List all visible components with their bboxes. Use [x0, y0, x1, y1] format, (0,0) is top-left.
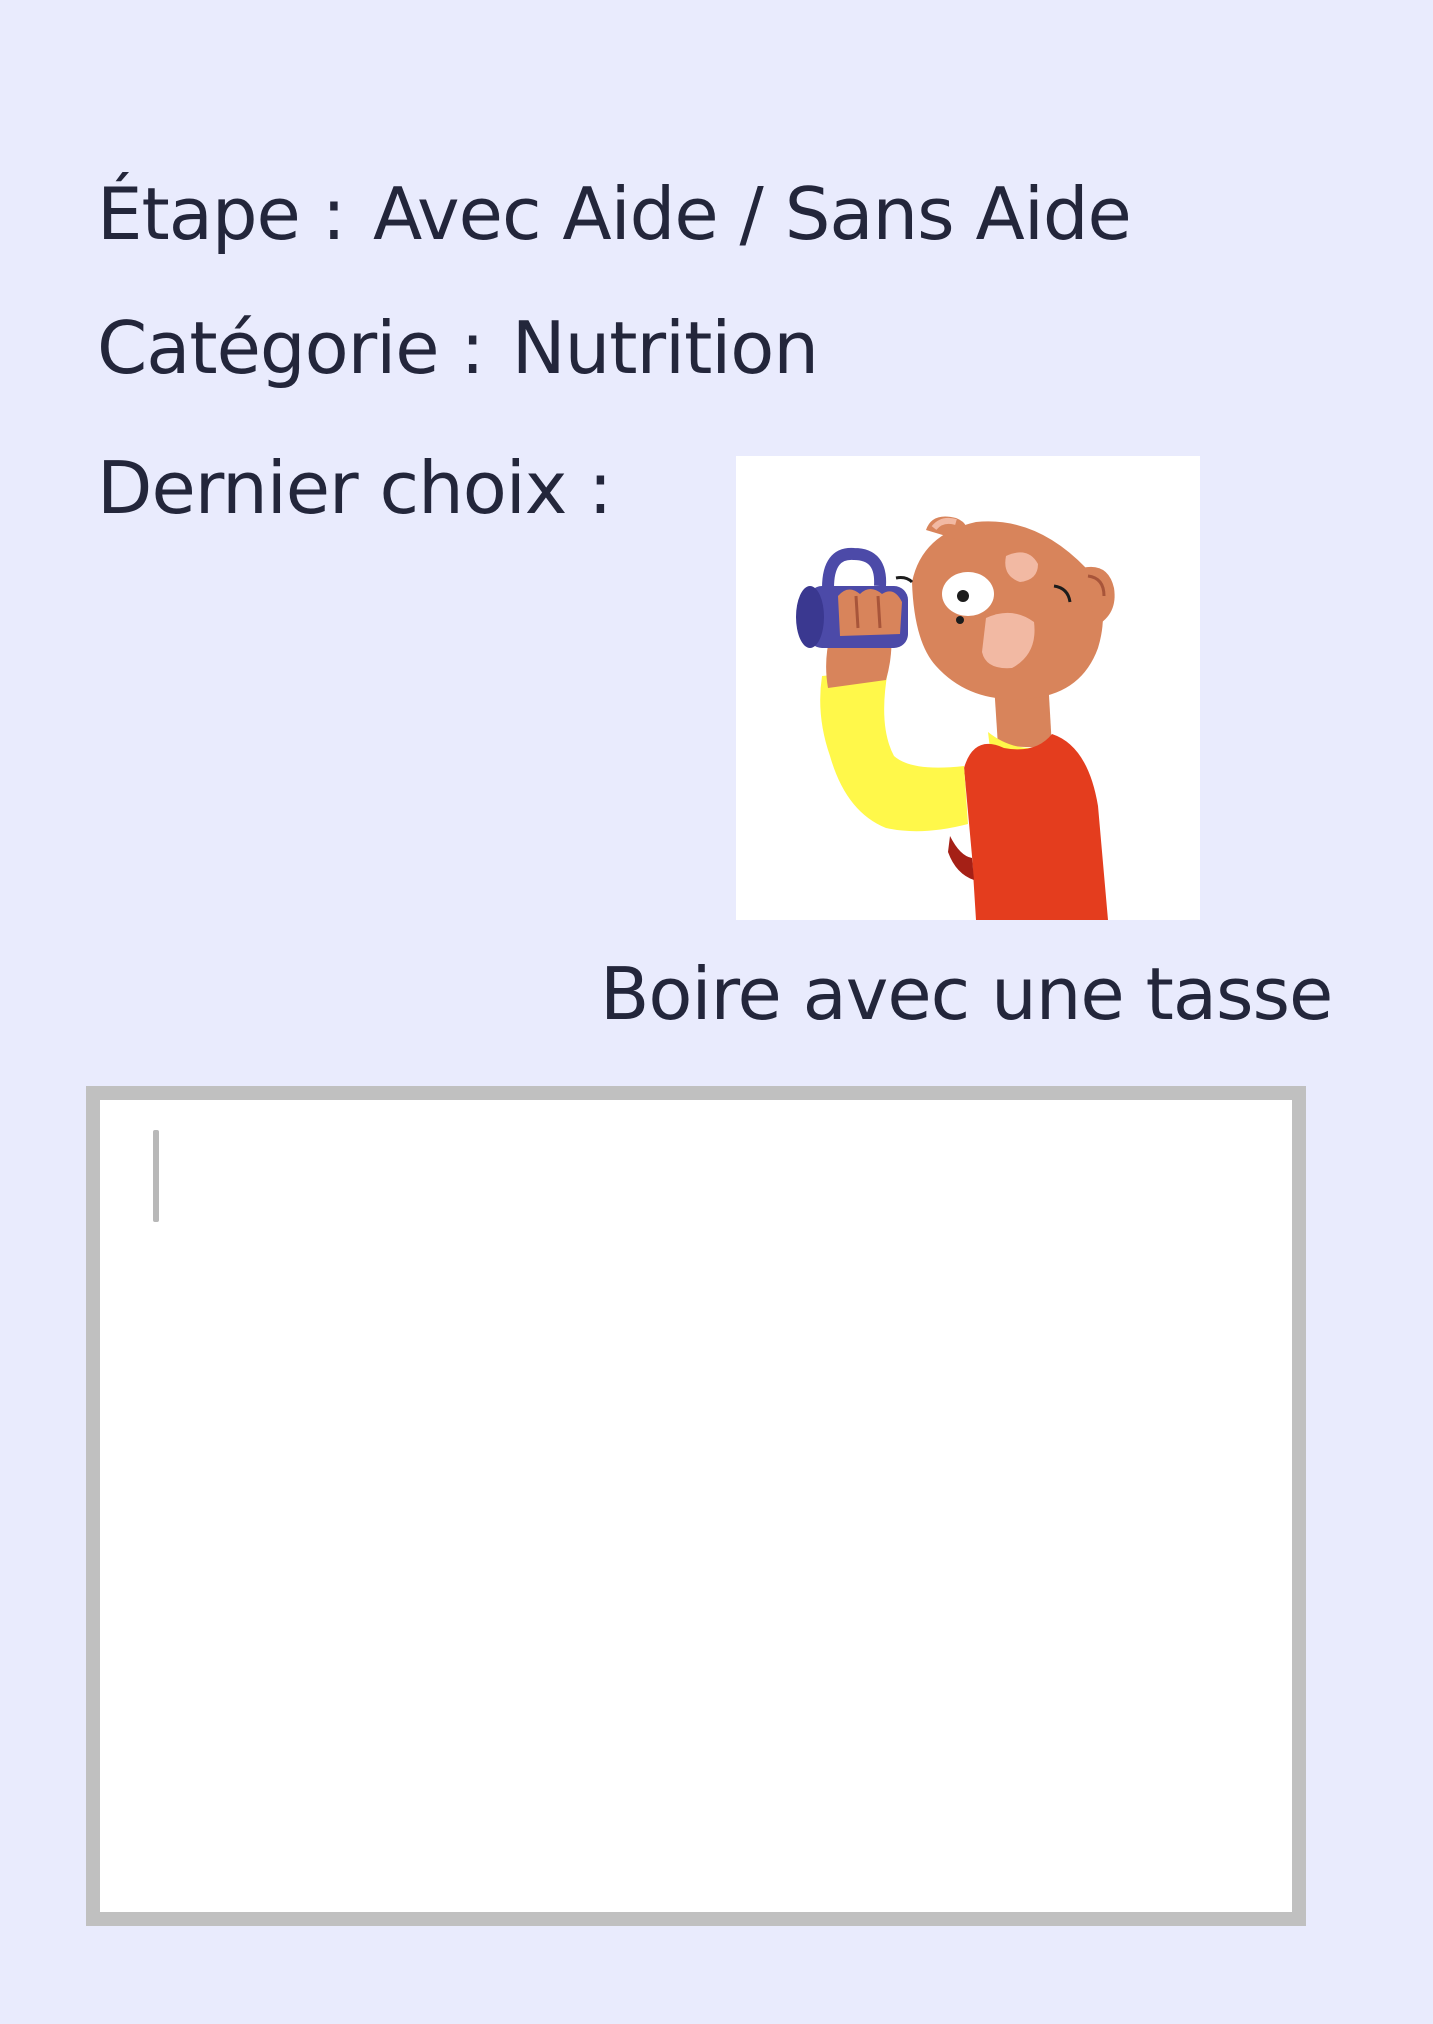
notes-textarea[interactable] — [86, 1086, 1306, 1926]
child-drinking-from-cup-icon — [796, 516, 1115, 920]
last-choice-pictogram — [736, 456, 1200, 920]
pictogram-caption: Boire avec une tasse — [600, 952, 1333, 1036]
etape-label: Étape : — [97, 172, 346, 256]
etape-line: Étape : Avec Aide / Sans Aide — [97, 178, 1132, 250]
text-cursor — [153, 1130, 159, 1222]
etape-value: Avec Aide / Sans Aide — [373, 172, 1132, 256]
categorie-label: Catégorie : — [97, 306, 485, 390]
dernier-choix-line: Dernier choix : — [97, 452, 613, 524]
dernier-choix-label: Dernier choix : — [97, 446, 613, 530]
categorie-value: Nutrition — [511, 306, 819, 390]
categorie-line: Catégorie : Nutrition — [97, 312, 819, 384]
